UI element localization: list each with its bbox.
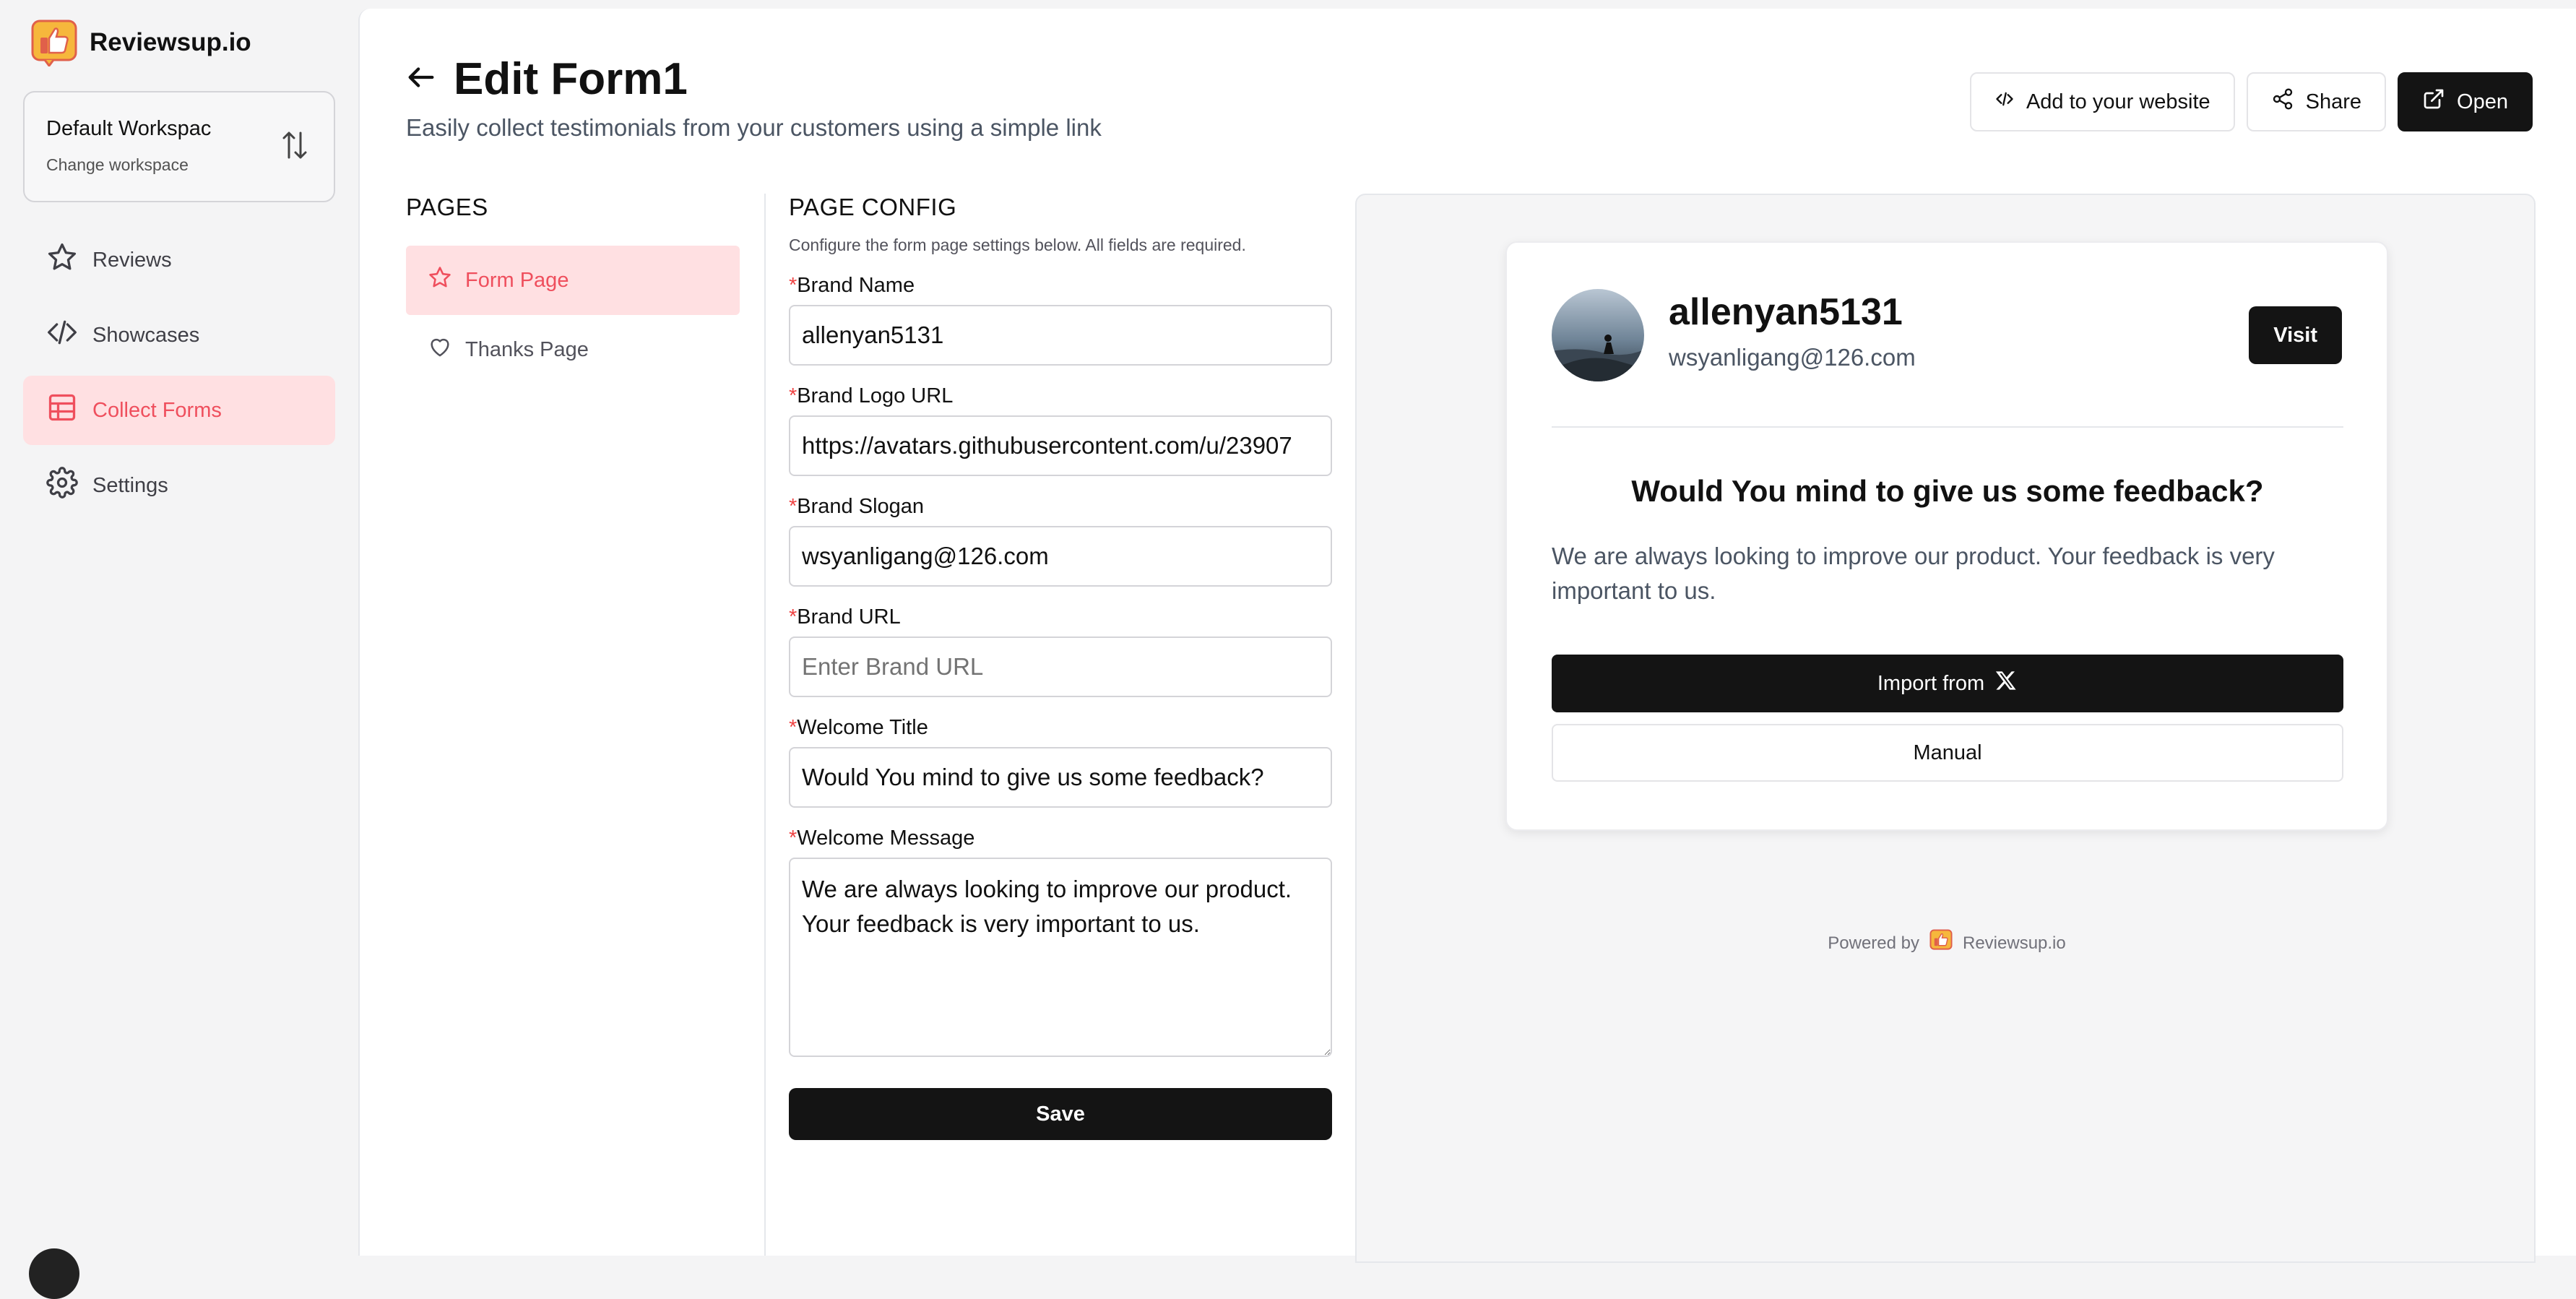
sidebar-item-showcases[interactable]: Showcases [23, 301, 335, 370]
workspace-name: Default Workspac [46, 117, 212, 140]
brand-name-field: *Brand Name [789, 274, 1332, 366]
share-label: Share [2305, 90, 2362, 113]
user-avatar[interactable] [29, 1248, 79, 1299]
code-icon [1994, 89, 2015, 115]
page-subtitle: Easily collect testimonials from your cu… [406, 114, 1102, 141]
brand[interactable]: Reviewsup.io [30, 19, 251, 66]
sidebar-nav: Reviews Showcases Collect Forms Settings [23, 225, 335, 526]
column-divider [764, 194, 766, 1256]
page-config-description: Configure the form page settings below. … [789, 236, 1246, 254]
preview-brand-name: allenyan5131 [1669, 291, 1903, 333]
brand-logo-url-label: *Brand Logo URL [789, 384, 954, 407]
heart-icon [428, 335, 452, 365]
star-icon [46, 241, 78, 279]
header-actions: Add to your website Share Open [1969, 72, 2533, 131]
preview-welcome-message: We are always looking to improve our pro… [1552, 543, 2275, 604]
required-mark: * [789, 716, 798, 739]
sidebar-item-label: Showcases [92, 323, 200, 347]
sidebar-item-label: Settings [92, 473, 168, 497]
gear-icon [46, 467, 78, 504]
brand-url-label: *Brand URL [789, 605, 901, 629]
share-button[interactable]: Share [2246, 72, 2387, 131]
form-preview-panel: allenyan5131 wsyanligang@126.com Visit W… [1355, 194, 2536, 1263]
required-mark: * [789, 495, 798, 518]
brand-logo-url-input[interactable] [789, 415, 1332, 476]
workspace-switcher[interactable]: Default Workspac Change workspace [23, 91, 335, 202]
welcome-title-field: *Welcome Title [789, 716, 1332, 808]
brand-name: Reviewsup.io [90, 28, 251, 56]
brand-avatar [1552, 289, 1644, 381]
welcome-message-field: *Welcome Message We are always looking t… [789, 827, 1332, 1061]
brand-name-label: *Brand Name [789, 274, 915, 297]
page-item-label: Thanks Page [465, 337, 589, 361]
brand-url-input[interactable] [789, 636, 1332, 697]
workspace-change-label: Change workspace [46, 155, 189, 174]
main-content: Edit Form1 Easily collect testimonials f… [358, 9, 2576, 1263]
arrows-up-down-icon [282, 130, 308, 164]
x-logo-icon [1994, 669, 2018, 698]
star-icon [428, 265, 452, 295]
reviewsup-logo-icon [1929, 929, 1953, 957]
card-divider [1552, 426, 2343, 428]
sidebar-item-settings[interactable]: Settings [23, 451, 335, 520]
visit-button[interactable]: Visit [2249, 306, 2342, 364]
brand-slogan-input[interactable] [789, 526, 1332, 587]
brand-name-input[interactable] [789, 305, 1332, 366]
page-header: Edit Form1 [405, 53, 688, 105]
open-label: Open [2457, 90, 2508, 113]
code-icon [46, 316, 78, 354]
add-to-website-label: Add to your website [2026, 90, 2210, 113]
page-title: Edit Form1 [454, 54, 688, 104]
add-to-website-button[interactable]: Add to your website [1969, 72, 2235, 131]
preview-welcome-title: Would You mind to give us some feedback? [1631, 474, 2264, 508]
import-label: Import from [1877, 671, 1985, 695]
brand-slogan-field: *Brand Slogan [789, 495, 1332, 587]
welcome-message-textarea[interactable]: We are always looking to improve our pro… [789, 858, 1332, 1057]
sidebar-item-label: Reviews [92, 248, 172, 272]
required-mark: * [789, 827, 798, 850]
page-item-thanks-page[interactable]: Thanks Page [406, 315, 740, 384]
external-link-icon [2422, 87, 2445, 116]
powered-by-label: Powered by [1828, 933, 1919, 953]
welcome-title-label: *Welcome Title [789, 716, 928, 739]
page-config-panel: PAGE CONFIG Configure the form page sett… [789, 194, 1332, 1140]
sidebar-item-reviews[interactable]: Reviews [23, 225, 335, 295]
import-from-x-button[interactable]: Import from [1552, 655, 2343, 712]
preview-card: allenyan5131 wsyanligang@126.com Visit W… [1505, 241, 2388, 831]
brand-url-field: *Brand URL [789, 605, 1332, 697]
save-button[interactable]: Save [789, 1088, 1332, 1140]
reviewsup-logo-icon [30, 19, 78, 66]
sidebar: Reviewsup.io Default Workspac Change wor… [0, 0, 358, 1299]
preview-brand-slogan: wsyanligang@126.com [1669, 344, 1916, 371]
brand-slogan-label: *Brand Slogan [789, 495, 925, 518]
share-icon [2271, 87, 2294, 116]
powered-by[interactable]: Powered by Reviewsup.io [1357, 929, 2537, 957]
required-mark: * [789, 274, 798, 297]
back-arrow-icon[interactable] [405, 61, 438, 98]
welcome-title-input[interactable] [789, 747, 1332, 808]
page-config-title: PAGE CONFIG [789, 194, 957, 220]
page-item-form-page[interactable]: Form Page [406, 246, 740, 315]
sidebar-item-collect-forms[interactable]: Collect Forms [23, 376, 335, 445]
table-icon [46, 392, 78, 429]
open-button[interactable]: Open [2398, 72, 2533, 131]
manual-button[interactable]: Manual [1552, 724, 2343, 782]
welcome-message-label: *Welcome Message [789, 827, 975, 850]
required-mark: * [789, 384, 798, 407]
pages-panel: PAGES Form Page Thanks Page [406, 194, 740, 384]
required-mark: * [789, 605, 798, 629]
pages-title: PAGES [406, 194, 488, 220]
sidebar-item-label: Collect Forms [92, 398, 222, 422]
page-item-label: Form Page [465, 268, 569, 292]
powered-by-brand: Reviewsup.io [1963, 933, 2066, 953]
brand-logo-url-field: *Brand Logo URL [789, 384, 1332, 476]
